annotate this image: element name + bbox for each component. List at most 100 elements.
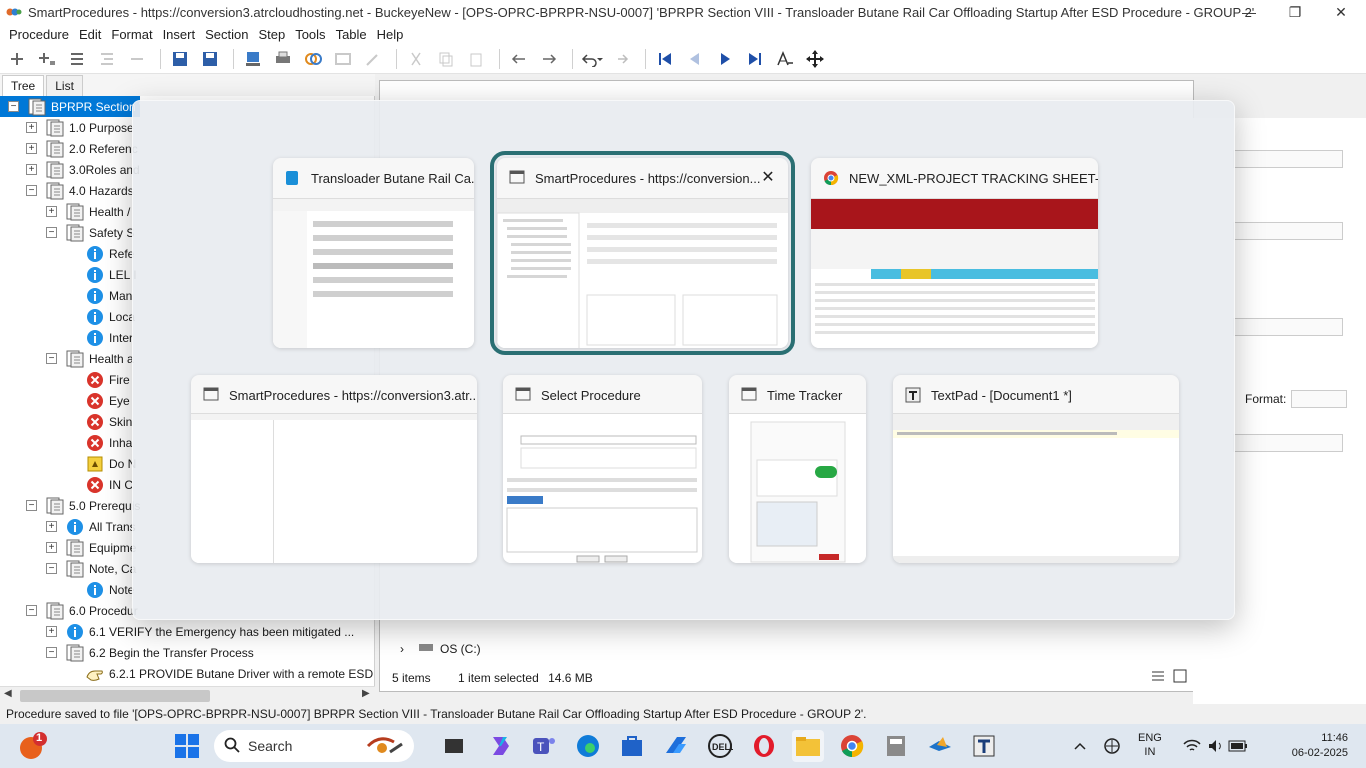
menu-insert[interactable]: Insert <box>158 27 201 42</box>
tree-item[interactable]: IN C <box>0 474 133 495</box>
outdent-icon[interactable] <box>506 46 532 72</box>
find-replace-icon[interactable] <box>772 46 798 72</box>
task-card-textpad[interactable]: TextPad - [Document1 *] <box>893 375 1179 563</box>
tree-item[interactable]: − BPRPR Section V <box>0 96 147 117</box>
property-field[interactable] <box>1233 318 1343 336</box>
close-button[interactable]: ✕ <box>1318 0 1364 24</box>
save-all-icon[interactable] <box>167 46 193 72</box>
tab-tree[interactable]: Tree <box>2 75 45 96</box>
tab-list[interactable]: List <box>46 75 83 96</box>
tree-item[interactable]: − 6.0 Procedur <box>0 600 138 621</box>
file-explorer-icon[interactable] <box>792 730 824 762</box>
tools-icon[interactable] <box>360 46 386 72</box>
undo-icon[interactable] <box>579 46 605 72</box>
tree-item[interactable]: − 5.0 Prerequis <box>0 495 140 516</box>
tree-item[interactable]: − Health a <box>0 348 134 369</box>
print-icon[interactable] <box>270 46 296 72</box>
task-card-smartprocedures-2[interactable]: SmartProcedures - https://conversion3.at… <box>191 375 477 563</box>
menu-section[interactable]: Section <box>200 27 253 42</box>
next-icon[interactable] <box>712 46 738 72</box>
close-icon[interactable]: ✕ <box>758 168 778 188</box>
tree-scroll-arrows[interactable]: ◀ <box>4 688 12 699</box>
expand-icon[interactable]: + <box>46 521 57 532</box>
save-icon[interactable] <box>197 46 223 72</box>
tree-item[interactable]: Do N <box>0 453 136 474</box>
copilot-icon[interactable] <box>484 730 516 762</box>
teams-icon[interactable]: T <box>528 730 560 762</box>
redo-icon[interactable] <box>609 46 635 72</box>
taskbar-search[interactable]: Search <box>214 730 414 762</box>
menu-tools[interactable]: Tools <box>290 27 330 42</box>
copy-icon[interactable] <box>433 46 459 72</box>
collapse-icon[interactable]: − <box>26 185 37 196</box>
expand-icon[interactable]: + <box>26 164 37 175</box>
collapse-icon[interactable]: − <box>46 647 57 658</box>
minimize-button[interactable]: — <box>1226 0 1272 24</box>
maximize-button[interactable]: ❐ <box>1272 0 1318 24</box>
expand-icon[interactable]: + <box>26 143 37 154</box>
menu-table[interactable]: Table <box>331 27 372 42</box>
previous-icon[interactable] <box>682 46 708 72</box>
expand-icon[interactable]: + <box>46 626 57 637</box>
publish-icon[interactable] <box>240 46 266 72</box>
drive-row[interactable]: › OS (C:) <box>400 641 481 656</box>
task-card-tracking-sheet[interactable]: NEW_XML-PROJECT TRACKING SHEET-202... <box>811 158 1098 348</box>
expand-icon[interactable]: + <box>46 542 57 553</box>
tree-item[interactable]: + All Trans <box>0 516 136 537</box>
tree-item[interactable]: +6.1 VERIFY the Emergency has been mitig… <box>0 621 354 642</box>
tree-item[interactable]: Skin <box>0 411 132 432</box>
collapse-icon[interactable]: − <box>8 101 19 112</box>
menu-procedure[interactable]: Procedure <box>4 27 74 42</box>
collapse-icon[interactable]: − <box>46 353 57 364</box>
chrome-icon[interactable] <box>836 730 868 762</box>
tiles-view-icon[interactable] <box>1173 669 1187 686</box>
last-icon[interactable] <box>742 46 768 72</box>
remove-icon[interactable] <box>124 46 150 72</box>
tree-item[interactable]: Fire <box>0 369 130 390</box>
tree-item[interactable]: − Note, Ca <box>0 558 136 579</box>
tree-item[interactable]: Man <box>0 285 132 306</box>
menu-help[interactable]: Help <box>372 27 409 42</box>
tree-item[interactable]: +3.0Roles and <box>0 159 140 180</box>
chevron-up-icon[interactable] <box>1064 730 1096 762</box>
opera-icon[interactable] <box>748 730 780 762</box>
tree-item[interactable]: 6.2.1 PROVIDE Butane Driver with a remot… <box>0 663 374 684</box>
dell-icon[interactable]: DELL <box>704 730 736 762</box>
notification-app-icon[interactable]: 1 <box>16 730 48 762</box>
tree-item[interactable]: − Safety S <box>0 222 134 243</box>
start-icon[interactable] <box>171 730 203 762</box>
collapse-icon[interactable]: − <box>26 605 37 616</box>
tree-item[interactable]: +2.0 Referenc <box>0 138 138 159</box>
language-indicator[interactable]: ENG IN <box>1138 731 1162 759</box>
frame-icon[interactable] <box>330 46 356 72</box>
list-icon[interactable] <box>64 46 90 72</box>
menu-format[interactable]: Format <box>106 27 157 42</box>
property-field[interactable] <box>1233 434 1343 452</box>
details-view-icon[interactable] <box>1151 669 1165 686</box>
add-child-icon[interactable] <box>34 46 60 72</box>
tree-item[interactable]: − 6.2 Begin the Transfer Process <box>0 642 254 663</box>
tree-item[interactable]: Loca <box>0 306 135 327</box>
tree-item[interactable]: Refe <box>0 243 134 264</box>
tree-item[interactable]: − 4.0 Hazards <box>0 180 134 201</box>
textpad-taskbar-icon[interactable] <box>968 730 1000 762</box>
add-icon[interactable] <box>4 46 30 72</box>
task-card-time-tracker[interactable]: Time Tracker <box>729 375 866 563</box>
expand-icon[interactable]: + <box>26 122 37 133</box>
network-status-icon[interactable] <box>1096 730 1128 762</box>
tree-scroll-right[interactable]: ▶ <box>362 688 370 699</box>
property-field[interactable] <box>1233 222 1343 240</box>
battery-icon[interactable] <box>1222 730 1254 762</box>
task-card-smartprocedures-focused[interactable]: SmartProcedures - https://conversion... … <box>490 151 795 355</box>
collapse-icon[interactable]: − <box>46 563 57 574</box>
scrollbar-thumb[interactable] <box>20 690 210 702</box>
link-icon[interactable] <box>300 46 326 72</box>
tree-item[interactable]: Eye <box>0 390 130 411</box>
tree-item[interactable]: + Equipme <box>0 537 136 558</box>
tree-item[interactable]: LEL I <box>0 264 137 285</box>
clock[interactable]: 11:46 06-02-2025 <box>1288 731 1348 761</box>
menu-step[interactable]: Step <box>253 27 290 42</box>
app-bird-icon[interactable] <box>924 730 956 762</box>
tree-item[interactable]: Inha <box>0 432 132 453</box>
store-icon[interactable] <box>616 730 648 762</box>
